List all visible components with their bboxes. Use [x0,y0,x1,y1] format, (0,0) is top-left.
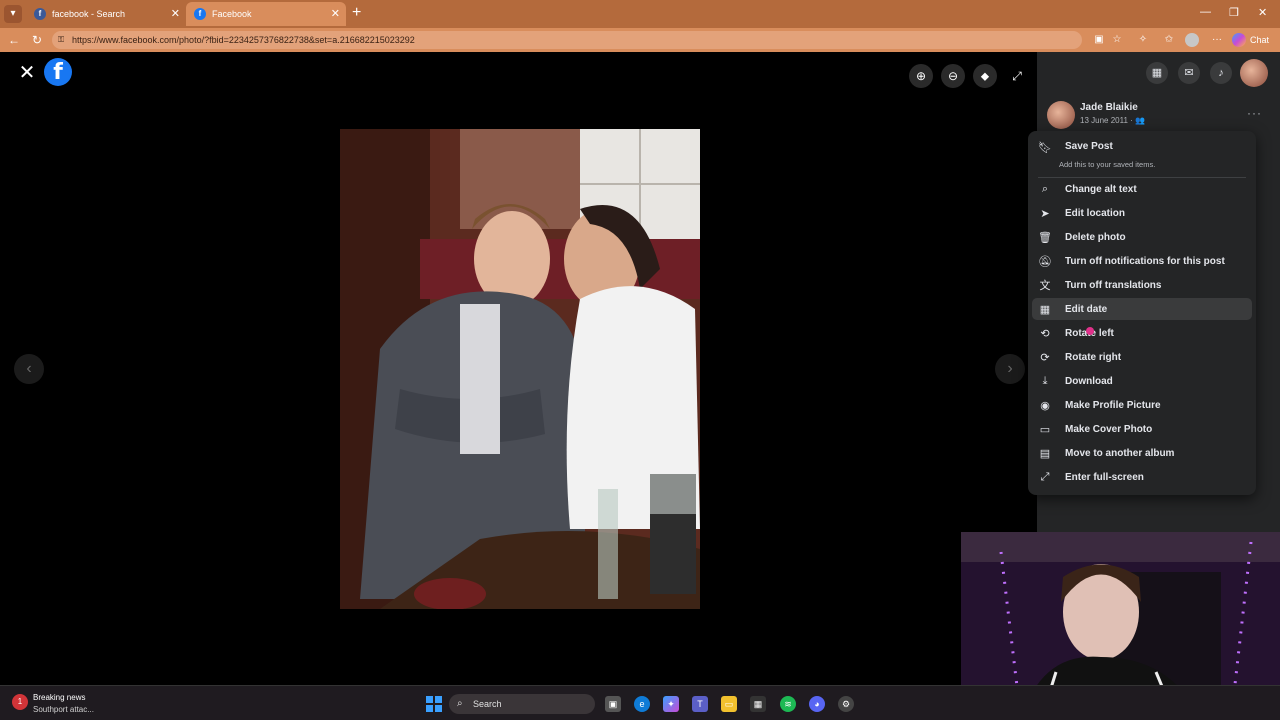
previous-photo-button[interactable]: ‹ [14,354,44,384]
tab-title: facebook - Search [52,9,126,19]
favorites-icon[interactable]: ✩ [1162,33,1176,47]
menu-item-subtext: Add this to your saved items. [1059,160,1156,169]
rotate-right-icon: ⟳ [1040,351,1050,364]
photo-image [340,129,700,609]
taskbar-search[interactable]: ⌕ Search [449,694,595,714]
post-date-text: 13 June 2011 · [1080,116,1133,125]
menu-item-edit-location[interactable]: ➤ Edit location [1032,202,1252,224]
url-text: https://www.facebook.com/photo/?fbid=223… [72,35,415,45]
minimize-window-icon[interactable]: — [1200,6,1211,18]
microsoft-store-icon[interactable]: ▦ [750,696,766,712]
translate-icon: 文 [1039,280,1051,292]
chat-label: Chat [1250,35,1270,45]
menu-item-enter-full-screen[interactable]: ⤢ Enter full-screen [1032,466,1252,488]
fullscreen-icon: ⤢ [1040,470,1050,483]
search-icon: ⌕ [457,698,463,709]
profile-icon: ◉ [1040,399,1050,412]
address-bar[interactable]: ⚿ https://www.facebook.com/photo/?fbid=2… [52,31,1082,49]
news-widget-subtitle[interactable]: Southport attac... [33,705,94,714]
spotify-icon[interactable]: ≋ [780,696,796,712]
menu-item-rotate-right[interactable]: ⟳ Rotate right [1032,346,1252,368]
search-favicon-icon: f [34,8,46,20]
location-arrow-icon: ➤ [1040,207,1050,220]
profile-avatar-icon[interactable] [1185,33,1199,47]
close-viewer-icon[interactable]: ✕ [14,60,40,86]
expand-icon[interactable]: ⤢ [1005,64,1029,88]
teams-icon[interactable]: T [692,696,708,712]
news-widget-title[interactable]: Breaking news [33,693,85,702]
poster-avatar[interactable] [1047,101,1075,129]
favorite-star-icon[interactable]: ☆ [1110,33,1124,47]
new-tab-button[interactable]: + [352,5,361,21]
calendar-icon: ▦ [1039,303,1051,316]
file-explorer-icon[interactable]: ▭ [721,696,737,712]
copilot-icon [1232,33,1246,47]
copilot-chat-button[interactable]: Chat [1232,31,1269,49]
more-options-icon[interactable]: ··· [1210,33,1224,47]
tab-facebook-search[interactable]: f facebook - Search ✕ [26,2,186,26]
copilot-app-icon[interactable]: ✦ [663,696,679,712]
close-window-icon[interactable]: ✕ [1258,6,1267,19]
menu-item-move-to-album[interactable]: ▤ Move to another album [1032,442,1252,464]
extensions-icon[interactable]: ✧ [1136,33,1150,47]
mouse-cursor [1086,327,1094,335]
menu-item-make-cover-photo[interactable]: ▭ Make Cover Photo [1032,418,1252,440]
audience-friends-icon: 👥 [1135,116,1145,125]
search-icon: ⌕ [1041,182,1049,195]
menu-item-turn-off-translations[interactable]: 文 Turn off translations [1032,274,1252,296]
taskbar-search-label: Search [473,699,502,709]
menu-grid-icon[interactable]: ▦ [1146,62,1168,84]
menu-item-turn-off-notifications[interactable]: 🔕︎ Turn off notifications for this post [1032,250,1252,272]
download-icon: ⤓ [1042,374,1048,387]
back-arrow-icon[interactable]: ← [8,33,20,47]
poster-name[interactable]: Jade Blaikie [1080,102,1138,113]
messenger-icon[interactable]: ✉ [1178,62,1200,84]
rotate-left-icon: ⟲ [1040,327,1050,340]
facebook-favicon-icon: f [194,8,206,20]
discord-icon[interactable]: ◕ [809,696,825,712]
close-tab-icon[interactable]: ✕ [171,7,180,20]
menu-item-edit-date[interactable]: ▦ Edit date [1032,298,1252,320]
image-icon: ▭ [1039,423,1051,436]
menu-item-change-alt-text[interactable]: ⌕ Change alt text [1032,178,1252,200]
windows-start-icon[interactable] [426,696,442,712]
album-icon: ▤ [1039,447,1051,460]
close-tab-icon[interactable]: ✕ [331,7,340,20]
trash-icon: 🗑︎ [1038,231,1052,244]
post-date[interactable]: 13 June 2011 · 👥 [1080,116,1145,125]
post-options-menu: 🔖︎ Save Post Add this to your saved item… [1028,131,1256,495]
next-photo-button[interactable]: › [995,354,1025,384]
app-available-icon[interactable]: ▣ [1092,33,1106,47]
notifications-bell-icon[interactable]: ♪ [1210,62,1232,84]
menu-item-rotate-left[interactable]: ⟲ Rotate left [1032,322,1252,344]
zoom-out-icon[interactable]: ⊖ [941,64,965,88]
reload-icon[interactable]: ↻ [32,33,42,47]
news-widget-icon[interactable]: 1 [12,694,28,710]
post-more-options-icon[interactable]: ··· [1247,106,1262,120]
bookmark-icon: 🔖︎ [1038,142,1052,154]
restore-window-icon[interactable]: ❐ [1229,6,1239,19]
edge-browser-icon[interactable]: e [634,696,650,712]
tab-title: Facebook [212,9,252,19]
tab-actions-menu-button[interactable]: ▾ [4,5,22,23]
site-info-icon[interactable]: ⚿ [58,31,64,49]
tag-icon[interactable]: ⬥ [973,64,997,88]
facebook-logo[interactable]: f [44,58,72,86]
menu-item-save-post[interactable]: 🔖︎ Save Post Add this to your saved item… [1032,137,1252,175]
bell-off-icon: 🔕︎ [1038,255,1052,268]
account-avatar[interactable] [1240,59,1268,87]
menu-item-download[interactable]: ⤓ Download [1032,370,1252,392]
menu-item-make-profile-picture[interactable]: ◉ Make Profile Picture [1032,394,1252,416]
app-icon[interactable]: ⚙ [838,696,854,712]
zoom-in-icon[interactable]: ⊕ [909,64,933,88]
post-photo[interactable] [340,129,700,609]
menu-item-delete-photo[interactable]: 🗑︎ Delete photo [1032,226,1252,248]
tab-facebook[interactable]: f Facebook ✕ [186,2,346,26]
task-view-icon[interactable]: ▣ [605,696,621,712]
